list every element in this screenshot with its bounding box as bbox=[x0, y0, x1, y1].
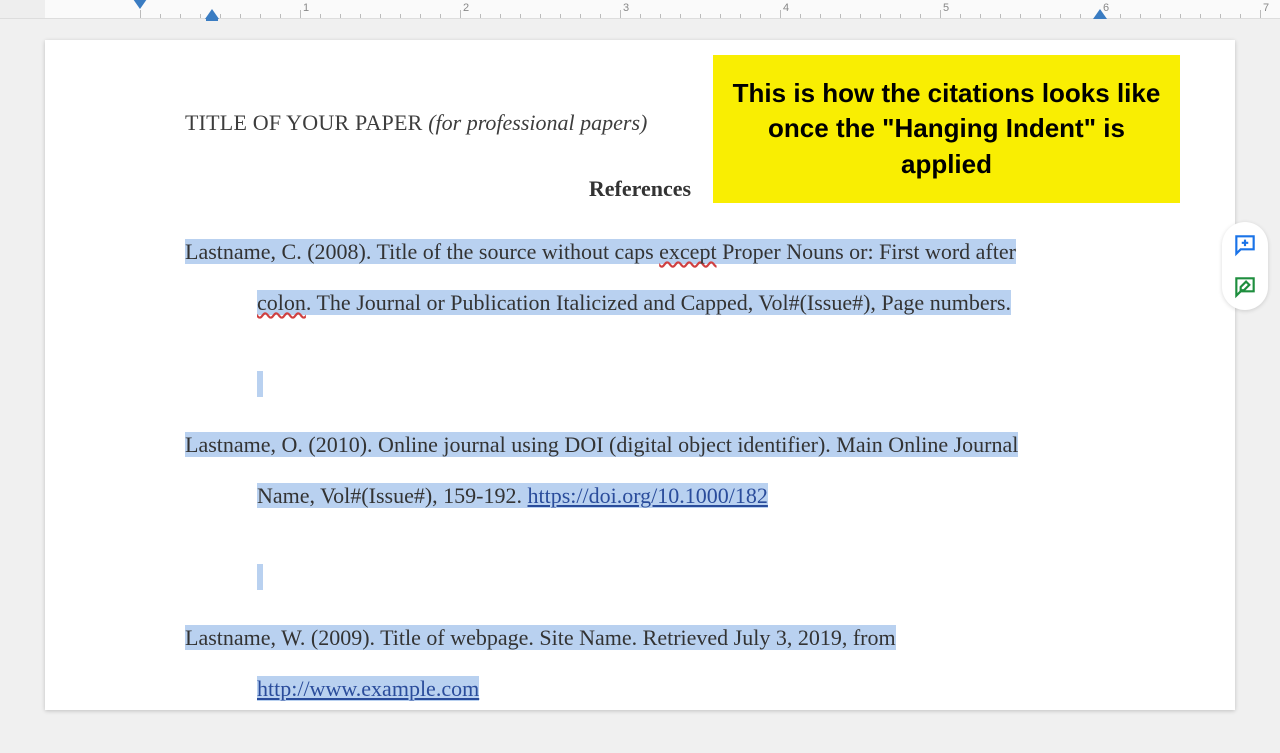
title-italic: (for professional papers) bbox=[428, 110, 647, 135]
selection-stub bbox=[257, 371, 263, 397]
spelling-error[interactable]: except bbox=[659, 239, 716, 264]
ruler-number: 3 bbox=[623, 2, 629, 14]
first-line-indent-marker[interactable] bbox=[133, 0, 147, 9]
citation[interactable]: Lastname, O. (2010). Online journal usin… bbox=[185, 420, 1095, 521]
spelling-error[interactable]: colon bbox=[257, 290, 306, 315]
doi-link[interactable]: https://doi.org/10.1000/182 bbox=[528, 483, 768, 508]
add-comment-button[interactable] bbox=[1230, 230, 1260, 260]
selection-stub bbox=[257, 564, 263, 590]
left-indent-marker[interactable] bbox=[206, 18, 218, 21]
page-content: TITLE OF YOUR PAPER (for professional pa… bbox=[185, 110, 1095, 753]
annotation-callout: This is how the citations looks like onc… bbox=[713, 55, 1180, 203]
ruler-number: 1 bbox=[303, 2, 309, 14]
suggest-edits-button[interactable] bbox=[1230, 272, 1260, 302]
citation[interactable]: Lastname, C. (2008). Title of the source… bbox=[185, 227, 1095, 328]
ruler-number: 2 bbox=[463, 2, 469, 14]
side-toolbar bbox=[1222, 222, 1268, 310]
ruler-number: 4 bbox=[783, 2, 789, 14]
annotation-text: This is how the citations looks like onc… bbox=[727, 76, 1166, 181]
suggest-edits-icon bbox=[1232, 274, 1258, 300]
add-comment-icon bbox=[1232, 232, 1258, 258]
title-plain: TITLE OF YOUR PAPER bbox=[185, 110, 428, 135]
right-indent-marker[interactable] bbox=[1093, 9, 1107, 19]
url-link[interactable]: http://www.example.com bbox=[257, 676, 479, 701]
horizontal-ruler[interactable]: 1234567 bbox=[0, 0, 1280, 19]
ruler-number: 5 bbox=[943, 2, 949, 14]
citation[interactable]: Lastname, W. (2009). Title of webpage. S… bbox=[185, 613, 1095, 714]
ruler-number: 7 bbox=[1263, 2, 1269, 14]
